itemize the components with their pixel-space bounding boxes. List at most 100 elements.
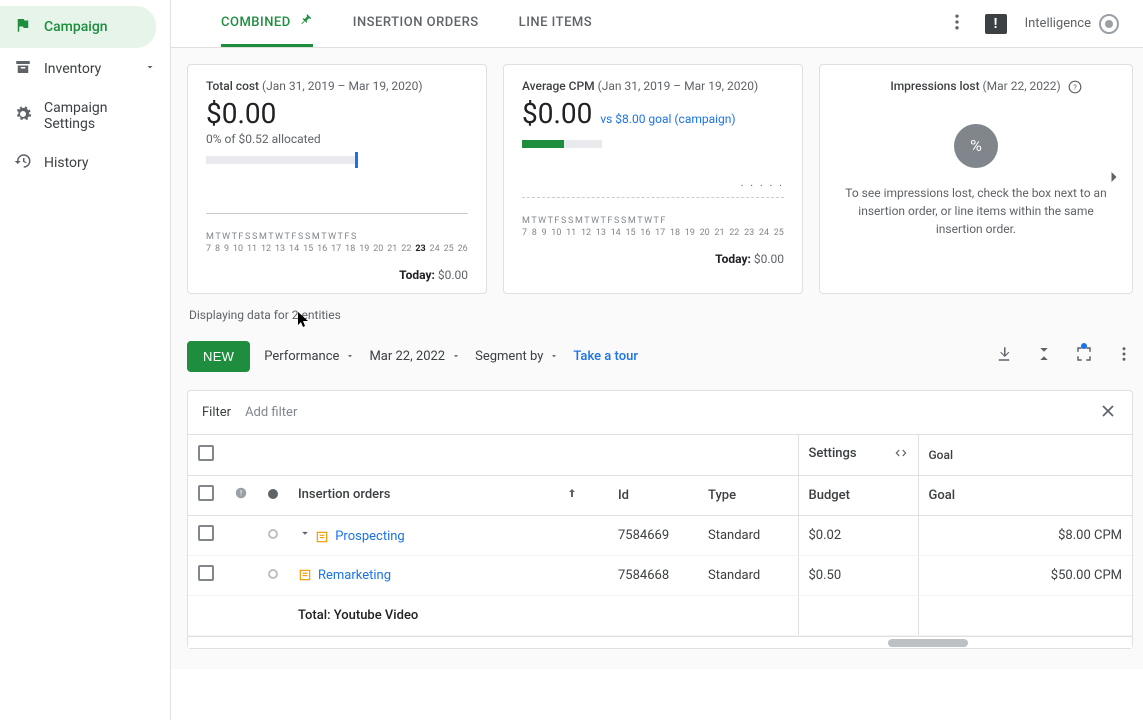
checkbox[interactable]	[198, 565, 214, 581]
table-row: Remarketing 7584668 Standard $0.50 $50.0…	[188, 555, 1132, 595]
segment-dropdown[interactable]: Segment by	[475, 349, 559, 364]
sidebar: Campaign Inventory Campaign Settings His…	[0, 0, 170, 720]
sidebar-item-history[interactable]: History	[0, 142, 170, 184]
card-title: Average CPM	[522, 79, 595, 93]
status-dot-icon	[268, 529, 278, 539]
card-date: (Mar 22, 2022)	[983, 79, 1061, 93]
more-vert-icon[interactable]	[1115, 345, 1133, 367]
sidebar-item-label: Campaign	[44, 19, 108, 35]
card-title: Total cost	[206, 79, 259, 93]
card-date: (Jan 31, 2019 – Mar 19, 2020)	[262, 79, 423, 93]
today-label: Today:	[399, 268, 435, 282]
checkbox[interactable]	[198, 525, 214, 541]
tab-insertion-orders[interactable]: INSERTION ORDERS	[353, 0, 479, 47]
header-goal[interactable]: Goal	[918, 435, 1132, 475]
dropdown-label: Mar 22, 2022	[369, 349, 445, 364]
card-title: Impressions lost	[890, 79, 979, 93]
cell-id: 7584669	[608, 515, 698, 555]
horizontal-scrollbar[interactable]	[188, 636, 1132, 648]
sidebar-item-campaign[interactable]: Campaign	[0, 6, 156, 48]
table-toolbar: NEW Performance Mar 22, 2022 Segment by …	[187, 332, 1133, 380]
svg-text:?: ?	[1073, 83, 1077, 92]
help-icon[interactable]: ?	[1068, 80, 1082, 94]
tab-label: COMBINED	[221, 15, 291, 30]
card-date: (Jan 31, 2019 – Mar 19, 2020)	[598, 79, 759, 93]
pin-icon[interactable]	[299, 13, 313, 31]
cell-budget: $0.02	[798, 515, 918, 555]
checkbox-all[interactable]	[198, 445, 214, 461]
header-subgoal[interactable]: Goal	[918, 475, 1132, 515]
checkbox-all-sub[interactable]	[198, 485, 214, 501]
card-impressions-lost: Impressions lost (Mar 22, 2022) ? % To s…	[819, 64, 1133, 294]
chevron-down-icon[interactable]	[298, 529, 312, 544]
card-value: $0.00	[206, 97, 468, 130]
sparkline	[206, 194, 468, 214]
filter-label: Filter	[202, 405, 231, 420]
tab-label: LINE ITEMS	[519, 15, 593, 30]
header-type[interactable]: Type	[698, 475, 798, 515]
io-icon	[298, 568, 312, 582]
sidebar-item-inventory[interactable]: Inventory	[0, 48, 170, 90]
status-dot-icon	[268, 489, 278, 499]
tab-combined[interactable]: COMBINED	[221, 0, 313, 47]
flag-icon	[14, 16, 32, 38]
card-goal: vs $8.00 goal (campaign)	[600, 112, 735, 126]
dropdown-label: Segment by	[475, 349, 543, 364]
status-dot-icon	[268, 569, 278, 579]
goal-bar	[522, 140, 602, 148]
allocation-bar	[206, 156, 356, 164]
arrow-up-icon[interactable]	[566, 487, 578, 503]
io-link[interactable]: Prospecting	[335, 529, 405, 544]
card-average-cpm: Average CPM (Jan 31, 2019 – Mar 19, 2020…	[503, 64, 803, 294]
new-button[interactable]: NEW	[187, 341, 250, 372]
tab-label: INSERTION ORDERS	[353, 15, 479, 30]
sidebar-item-label: History	[44, 155, 89, 171]
close-icon[interactable]	[1098, 401, 1118, 425]
header-settings[interactable]: Settings	[809, 446, 857, 461]
dropdown-label: Performance	[264, 349, 339, 364]
sparkline: . . . . .	[522, 178, 784, 198]
chart-num-labels: 7891011121314151617181920212223242526	[206, 244, 468, 254]
code-icon[interactable]	[894, 446, 908, 464]
total-row: Total: Youtube Video	[188, 595, 1132, 635]
feedback-icon[interactable]: !	[985, 14, 1007, 34]
total-label: Total: Youtube Video	[288, 595, 608, 635]
sidebar-item-settings[interactable]: Campaign Settings	[0, 90, 170, 142]
chevron-right-icon[interactable]	[1104, 167, 1124, 191]
gear-icon	[14, 105, 32, 127]
today-label: Today:	[715, 252, 751, 266]
io-icon	[315, 530, 329, 544]
header-budget[interactable]: Budget	[798, 475, 918, 515]
intelligence-icon	[1099, 14, 1119, 34]
percent-placeholder-icon: %	[954, 124, 998, 168]
tab-line-items[interactable]: LINE ITEMS	[519, 0, 593, 47]
today-value: $0.00	[435, 268, 468, 282]
cell-type: Standard	[698, 555, 798, 595]
header-id[interactable]: Id	[608, 475, 698, 515]
take-tour-link[interactable]: Take a tour	[573, 349, 638, 364]
inventory-icon	[14, 58, 32, 80]
download-icon[interactable]	[995, 345, 1013, 367]
spark-dots: . . . . .	[741, 176, 784, 189]
chart-num-labels: 78910111213141516171819202122232425	[522, 228, 784, 238]
topbar: COMBINED INSERTION ORDERS LINE ITEMS ! I…	[171, 0, 1143, 48]
intelligence-button[interactable]: Intelligence	[1025, 14, 1119, 34]
chart-day-labels: M T W T F S S M T W T F S S M T W T F S	[206, 232, 468, 242]
filter-bar: Filter Add filter	[188, 391, 1132, 435]
header-io[interactable]: Insertion orders	[298, 487, 390, 502]
svg-text:!: !	[240, 489, 242, 497]
notification-dot-icon	[1081, 343, 1087, 349]
chart-day-labels: M T W T F S S M T W T F S S M T W T F	[522, 216, 784, 226]
card-total-cost: Total cost (Jan 31, 2019 – Mar 19, 2020)…	[187, 64, 487, 294]
entity-count: Displaying data for 2 entities	[189, 308, 1133, 322]
card-help-text: To see impressions lost, check the box n…	[830, 184, 1122, 238]
chevron-down-icon	[144, 61, 156, 77]
io-link[interactable]: Remarketing	[318, 568, 391, 583]
sidebar-item-label: Campaign Settings	[44, 100, 156, 132]
today-value: $0.00	[751, 252, 784, 266]
performance-dropdown[interactable]: Performance	[264, 349, 355, 364]
more-vert-icon[interactable]	[947, 12, 967, 36]
expand-all-icon[interactable]	[1035, 345, 1053, 367]
date-dropdown[interactable]: Mar 22, 2022	[369, 349, 461, 364]
add-filter-input[interactable]: Add filter	[245, 405, 297, 420]
